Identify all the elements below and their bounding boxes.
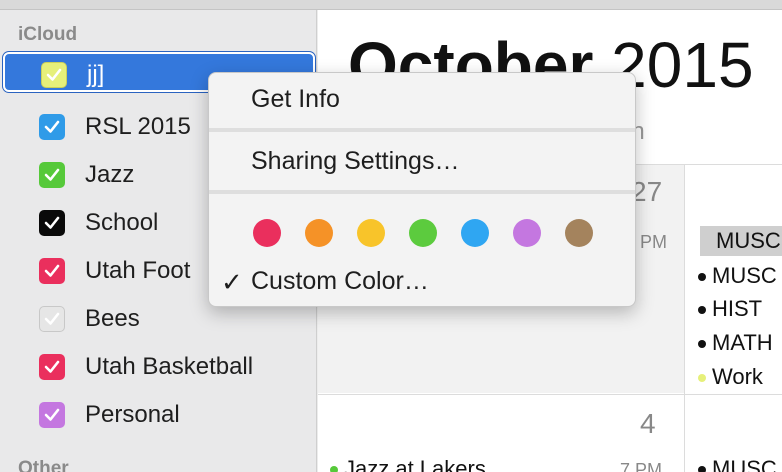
section-label-other: Other (18, 458, 69, 472)
checkmark-icon (46, 68, 62, 81)
checkmark-icon (44, 360, 60, 373)
checkmark-icon (44, 216, 60, 229)
checkbox[interactable] (39, 258, 65, 284)
grid-line (318, 394, 782, 395)
color-swatch-blue[interactable] (461, 219, 489, 247)
calendar-item-personal[interactable]: Personal (3, 394, 315, 434)
menu-item-get-info[interactable]: Get Info (251, 85, 340, 114)
calendar-item-label: Bees (85, 305, 140, 332)
checkbox[interactable] (41, 62, 67, 88)
section-label-icloud: iCloud (18, 24, 78, 45)
checkbox[interactable] (39, 402, 65, 428)
calendar-item-label: Utah Basketball (85, 353, 254, 380)
color-swatch-brown[interactable] (565, 219, 593, 247)
calendar-context-menu: Get Info Sharing Settings… ✓ Custom Colo… (208, 72, 636, 307)
checkbox[interactable] (39, 306, 65, 332)
color-swatch-red[interactable] (253, 219, 281, 247)
color-swatch-orange[interactable] (305, 219, 333, 247)
checkbox[interactable] (39, 162, 65, 188)
event-item[interactable]: Work (698, 364, 763, 390)
checkmark-icon (44, 120, 60, 133)
menu-separator (209, 190, 635, 194)
checkbox[interactable] (39, 354, 65, 380)
checkmark-icon (44, 168, 60, 181)
window-top-bar (0, 0, 782, 10)
checkbox[interactable] (39, 114, 65, 140)
checkmark-icon (44, 312, 60, 325)
color-swatch-yellow[interactable] (357, 219, 385, 247)
checkmark-icon (44, 408, 60, 421)
calendar-item-label: RSL 2015 (85, 113, 191, 140)
checkmark-icon: ✓ (221, 267, 243, 297)
event-item[interactable]: Jazz at Lakers (330, 456, 486, 472)
menu-item-custom-color[interactable]: Custom Color… (251, 267, 429, 296)
calendar-item-label: Personal (85, 401, 180, 428)
grid-line (684, 165, 685, 472)
checkbox[interactable] (39, 210, 65, 236)
event-item[interactable]: MUSC (698, 263, 777, 289)
calendar-item-label: Utah Foot (85, 257, 191, 284)
calendar-item-label: Jazz (85, 161, 135, 188)
event-item[interactable]: MATH (698, 330, 773, 356)
menu-item-sharing-settings[interactable]: Sharing Settings… (251, 147, 459, 176)
day-number: 4 (640, 408, 656, 439)
color-swatch-purple[interactable] (513, 219, 541, 247)
menu-separator (209, 128, 635, 132)
time-label: PM (640, 232, 667, 252)
calendar-item-label: School (85, 209, 159, 236)
event-highlight[interactable]: MUSC (700, 226, 782, 256)
event-item[interactable]: MUSC (698, 456, 777, 472)
time-label: 7 PM (620, 460, 663, 472)
calendar-item-utah-basketball[interactable]: Utah Basketball (3, 346, 315, 386)
calendar-item-label: jj] (87, 61, 105, 88)
color-swatch-green[interactable] (409, 219, 437, 247)
checkmark-icon (44, 264, 60, 277)
event-item[interactable]: HIST (698, 296, 762, 322)
